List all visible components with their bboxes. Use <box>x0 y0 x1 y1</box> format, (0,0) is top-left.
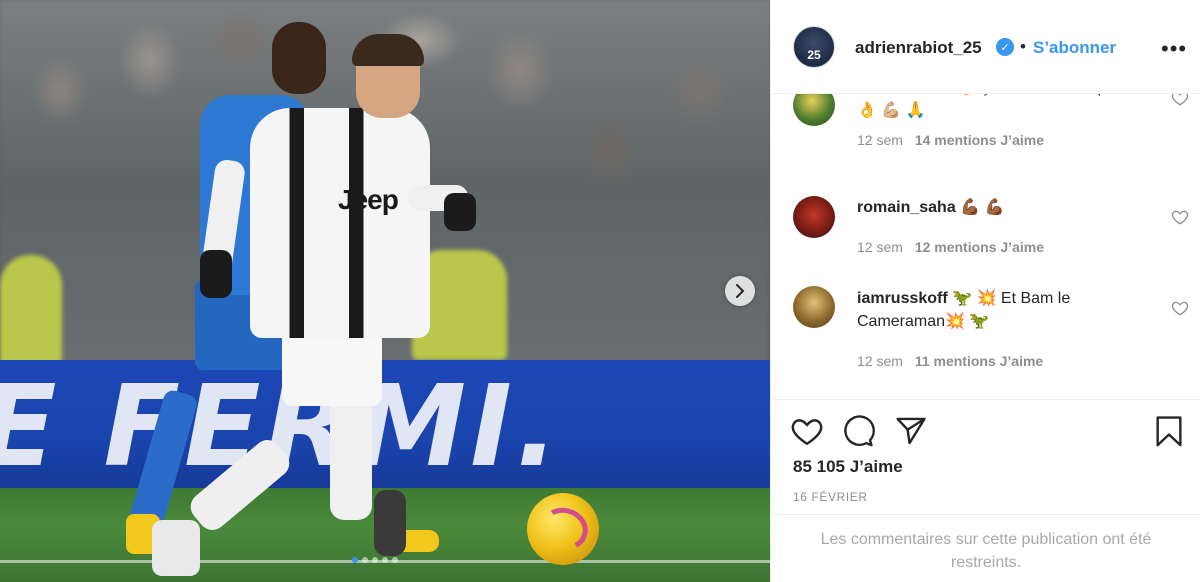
carousel-indicator <box>352 557 398 563</box>
chevron-right-icon <box>736 284 745 298</box>
separator-dot: • <box>1020 37 1026 56</box>
comment-username[interactable]: iamrusskoff <box>857 290 948 307</box>
comment-text: romain_saha 💪🏾 💪🏾 <box>857 196 1157 219</box>
commenter-avatar[interactable] <box>793 286 835 328</box>
post-header: 25 adrienrabiot_25 ✓ • S’abonner ••• <box>771 0 1200 94</box>
comment-username[interactable]: sebnumber3 <box>857 94 952 96</box>
comment-like-heart-icon[interactable] <box>1171 94 1189 107</box>
like-heart-icon[interactable] <box>790 414 824 448</box>
follow-button[interactable]: S’abonner <box>1033 38 1116 58</box>
comment-likes[interactable]: 12 mentions J’aime <box>915 239 1044 255</box>
carousel-dot <box>362 557 368 563</box>
jersey-sponsor-text: Jeep <box>338 184 399 215</box>
comment-text: sebnumber3 👌 ça enchaîne les perfs 👌 💪🏼 … <box>857 94 1157 122</box>
comments-list[interactable]: sebnumber3 👌 ça enchaîne les perfs 👌 💪🏼 … <box>771 94 1200 399</box>
comment-meta: 12 sem 11 mentions J’aime <box>857 353 1043 369</box>
player-glove <box>444 193 476 231</box>
verified-badge-icon: ✓ <box>996 38 1014 56</box>
comment-body: 👌 ça enchaîne les perfs 👌 💪🏼 🙏 <box>857 94 1133 119</box>
player-hair <box>352 34 424 66</box>
more-options-icon[interactable]: ••• <box>1161 36 1187 62</box>
steward-figure <box>0 255 62 365</box>
avatar-label: 25 <box>807 48 821 62</box>
carousel-dot <box>392 557 398 563</box>
player-boot <box>152 520 200 576</box>
comments-restricted-notice: Les commentaires sur cette publication o… <box>771 514 1200 582</box>
likes-count[interactable]: 85 105 J’aime <box>793 457 903 477</box>
carousel-dot <box>382 557 388 563</box>
avatar[interactable]: 25 <box>793 26 835 68</box>
username-link[interactable]: adrienrabiot_25 <box>855 38 982 58</box>
commenter-avatar[interactable] <box>793 196 835 238</box>
carousel-next-button[interactable] <box>725 276 755 306</box>
post-actions: 85 105 J’aime 16 FÉVRIER <box>771 399 1200 514</box>
comment-likes[interactable]: 11 mentions J’aime <box>915 353 1043 369</box>
comment-body: 💪🏾 💪🏾 <box>960 199 1005 216</box>
share-paper-plane-icon[interactable] <box>894 414 928 448</box>
comment-meta: 12 sem 14 mentions J’aime <box>857 132 1044 148</box>
comment-text: iamrusskoff 🦖 💥 Et Bam le Cameraman💥 🦖 <box>857 287 1157 333</box>
bookmark-save-icon[interactable] <box>1152 414 1186 448</box>
comment-bubble-icon[interactable] <box>841 414 875 448</box>
comment-time: 12 sem <box>857 353 903 369</box>
post-image[interactable]: E FERMI. Jeep <box>0 0 770 582</box>
carousel-dot <box>352 557 358 563</box>
player-shirt <box>250 108 430 338</box>
comment-likes[interactable]: 14 mentions J’aime <box>915 132 1044 148</box>
comment-username[interactable]: romain_saha <box>857 199 956 216</box>
player-head <box>272 22 326 94</box>
post-date[interactable]: 16 FÉVRIER <box>793 490 868 504</box>
comment-like-heart-icon[interactable] <box>1171 299 1189 317</box>
player-glove <box>200 250 232 298</box>
comment-time: 12 sem <box>857 132 903 148</box>
carousel-dot <box>372 557 378 563</box>
comment-time: 12 sem <box>857 239 903 255</box>
commenter-avatar[interactable] <box>793 94 835 126</box>
comment-meta: 12 sem 12 mentions J’aime <box>857 239 1044 255</box>
player-boot <box>374 490 406 556</box>
post-side-panel: 25 adrienrabiot_25 ✓ • S’abonner ••• seb… <box>770 0 1200 582</box>
comment-like-heart-icon[interactable] <box>1171 208 1189 226</box>
